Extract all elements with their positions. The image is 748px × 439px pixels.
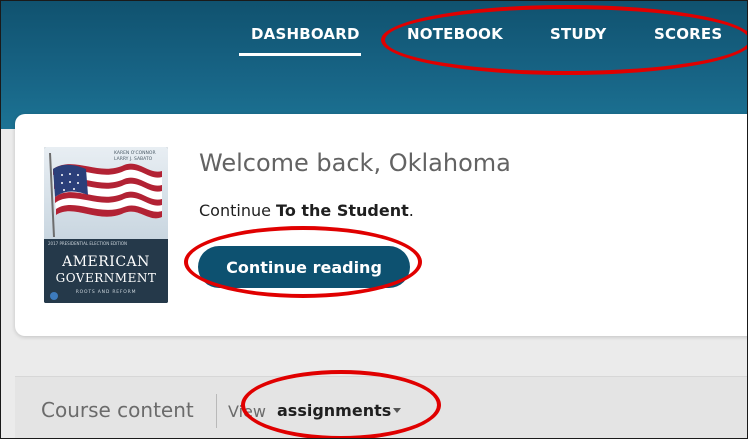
tab-notebook[interactable]: NOTEBOOK: [407, 25, 503, 43]
app-frame: DASHBOARD NOTEBOOK STUDY SCORES KAREN O'…: [0, 0, 748, 439]
welcome-heading: Welcome back, Oklahoma: [199, 149, 511, 177]
tab-scores[interactable]: SCORES: [654, 25, 722, 43]
continue-target: To the Student: [276, 201, 409, 220]
tab-dashboard[interactable]: DASHBOARD: [251, 25, 360, 43]
cover-title-line1: AMERICAN: [62, 254, 150, 270]
tab-study[interactable]: STUDY: [550, 25, 606, 43]
continue-suffix: .: [408, 201, 414, 220]
continue-reading-button[interactable]: Continue reading: [198, 246, 410, 288]
active-tab-indicator: [239, 53, 361, 56]
course-content-heading: Course content: [41, 398, 194, 422]
view-dropdown[interactable]: assignments: [277, 401, 391, 420]
cover-title-line2: GOVERNMENT: [55, 271, 157, 285]
cover-author-2: LARRY J. SABATO: [114, 157, 153, 162]
continue-message: Continue To the Student.: [199, 201, 414, 220]
cover-edition: 2017 PRESIDENTIAL ELECTION EDITION: [48, 241, 128, 246]
top-header: DASHBOARD NOTEBOOK STUDY SCORES: [1, 1, 747, 129]
book-cover[interactable]: KAREN O'CONNOR LARRY J. SABATO 2017 PRES…: [44, 147, 168, 303]
publisher-logo-icon: [50, 292, 58, 300]
cover-subtitle: ROOTS AND REFORM: [75, 290, 137, 295]
cover-authors: KAREN O'CONNOR LARRY J. SABATO: [114, 151, 164, 163]
continue-prefix: Continue: [199, 201, 277, 220]
chevron-down-icon[interactable]: [393, 408, 401, 413]
view-label: View: [228, 402, 266, 421]
divider: [216, 394, 217, 428]
